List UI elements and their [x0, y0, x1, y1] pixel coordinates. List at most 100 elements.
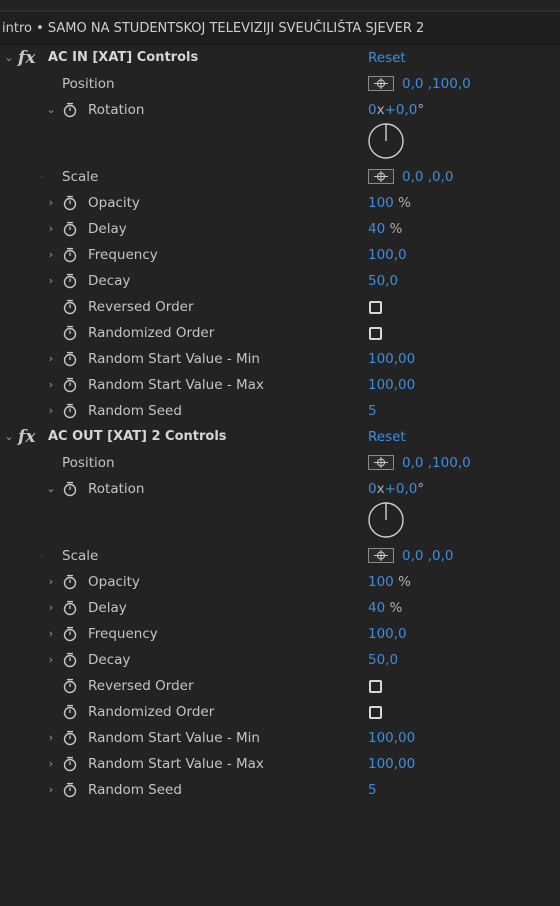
- param-row-random-min: › Random Start Value - Min 100,00: [0, 725, 560, 751]
- stopwatch-icon[interactable]: [62, 782, 78, 798]
- chevron-right-icon[interactable]: ›: [44, 569, 58, 595]
- frequency-value[interactable]: 100,0: [368, 242, 407, 268]
- reversed-order-checkbox[interactable]: [369, 301, 382, 314]
- rotation-value[interactable]: 0x+0,0°: [368, 476, 424, 502]
- stopwatch-icon[interactable]: [62, 247, 78, 263]
- stopwatch-icon[interactable]: [62, 678, 78, 694]
- scale-value[interactable]: 0,0 ,0,0: [402, 164, 454, 190]
- chevron-right-icon[interactable]: ›: [44, 346, 58, 372]
- fx-icon[interactable]: fx: [18, 45, 35, 71]
- chevron-right-icon[interactable]: ›: [44, 268, 58, 294]
- stopwatch-icon[interactable]: [62, 325, 78, 341]
- stopwatch-icon[interactable]: [62, 574, 78, 590]
- opacity-value[interactable]: 100 %: [368, 190, 411, 216]
- chevron-down-icon[interactable]: ⌄: [44, 476, 58, 502]
- scale-value[interactable]: 0,0 ,0,0: [402, 543, 454, 569]
- position-value[interactable]: 0,0 ,100,0: [402, 450, 471, 476]
- chevron-right-icon[interactable]: ›: [44, 372, 58, 398]
- chevron-right-icon[interactable]: ›: [44, 216, 58, 242]
- chevron-right-icon[interactable]: ›: [44, 398, 58, 424]
- stopwatch-icon[interactable]: [62, 195, 78, 211]
- fx-icon[interactable]: fx: [18, 424, 35, 450]
- param-label: Random Seed: [88, 782, 182, 798]
- chevron-down-icon[interactable]: ⌄: [2, 45, 16, 71]
- decay-value[interactable]: 50,0: [368, 647, 398, 673]
- rotation-value[interactable]: 0x+0,0°: [368, 97, 424, 123]
- random-max-value[interactable]: 100,00: [368, 751, 415, 777]
- delay-value[interactable]: 40 %: [368, 595, 402, 621]
- stopwatch-icon[interactable]: [62, 756, 78, 772]
- chevron-right-icon[interactable]: ›: [44, 647, 58, 673]
- chevron-down-icon[interactable]: ⌄: [44, 97, 58, 123]
- opacity-number[interactable]: 100: [368, 195, 394, 211]
- random-min-value[interactable]: 100,00: [368, 725, 415, 751]
- crosshair-icon[interactable]: [368, 169, 394, 184]
- degree-unit: °: [417, 102, 425, 118]
- stopwatch-icon[interactable]: [62, 600, 78, 616]
- stopwatch-icon[interactable]: [62, 704, 78, 720]
- param-row-scale: · Scale 0,0 ,0,0: [0, 164, 560, 190]
- decay-value[interactable]: 50,0: [368, 268, 398, 294]
- delay-value[interactable]: 40 %: [368, 216, 402, 242]
- param-label: Frequency: [88, 626, 158, 642]
- reset-link[interactable]: Reset: [368, 45, 406, 71]
- frequency-value[interactable]: 100,0: [368, 621, 407, 647]
- stopwatch-icon[interactable]: [62, 299, 78, 315]
- random-max-value[interactable]: 100,00: [368, 372, 415, 398]
- stopwatch-icon[interactable]: [62, 626, 78, 642]
- param-label: Reversed Order: [88, 299, 194, 315]
- random-seed-value[interactable]: 5: [368, 398, 377, 424]
- chevron-right-icon[interactable]: ›: [44, 621, 58, 647]
- reset-link[interactable]: Reset: [368, 424, 406, 450]
- crosshair-icon[interactable]: [368, 548, 394, 563]
- param-row-position: Position 0,0 ,100,0: [0, 71, 560, 97]
- effect-header-row[interactable]: ⌄ fx AC IN [XAT] Controls Reset: [0, 45, 560, 71]
- param-label: Opacity: [88, 195, 140, 211]
- divider-dot: ·: [40, 170, 44, 184]
- param-label: Random Start Value - Min: [88, 730, 260, 746]
- chevron-right-icon[interactable]: ›: [44, 242, 58, 268]
- random-min-value[interactable]: 100,00: [368, 346, 415, 372]
- randomized-order-checkbox[interactable]: [369, 327, 382, 340]
- param-label: Randomized Order: [88, 704, 215, 720]
- stopwatch-icon[interactable]: [62, 377, 78, 393]
- position-value[interactable]: 0,0 ,100,0: [402, 71, 471, 97]
- chevron-right-icon[interactable]: ›: [44, 777, 58, 803]
- rotation-revs[interactable]: 0: [368, 481, 377, 497]
- chevron-down-icon[interactable]: ⌄: [2, 424, 16, 450]
- randomized-order-checkbox[interactable]: [369, 706, 382, 719]
- param-row-random-min: › Random Start Value - Min 100,00: [0, 346, 560, 372]
- chevron-right-icon[interactable]: ›: [44, 190, 58, 216]
- stopwatch-icon[interactable]: [62, 351, 78, 367]
- stopwatch-icon[interactable]: [62, 481, 78, 497]
- delay-number[interactable]: 40: [368, 600, 385, 616]
- top-strip: [0, 0, 560, 10]
- crosshair-icon[interactable]: [368, 76, 394, 91]
- stopwatch-icon[interactable]: [62, 273, 78, 289]
- param-row-opacity: › Opacity 100 %: [0, 569, 560, 595]
- param-row-decay: › Decay 50,0: [0, 647, 560, 673]
- crosshair-icon[interactable]: [368, 455, 394, 470]
- reversed-order-checkbox[interactable]: [369, 680, 382, 693]
- delay-number[interactable]: 40: [368, 221, 385, 237]
- rotation-dial[interactable]: [366, 500, 406, 540]
- chevron-right-icon[interactable]: ›: [44, 595, 58, 621]
- stopwatch-icon[interactable]: [62, 102, 78, 118]
- param-row-scale: · Scale 0,0 ,0,0: [0, 543, 560, 569]
- chevron-right-icon[interactable]: ›: [44, 725, 58, 751]
- stopwatch-icon[interactable]: [62, 221, 78, 237]
- effect-controls-list: ⌄ fx AC IN [XAT] Controls Reset Position…: [0, 45, 560, 803]
- random-seed-value[interactable]: 5: [368, 777, 377, 803]
- opacity-value[interactable]: 100 %: [368, 569, 411, 595]
- stopwatch-icon[interactable]: [62, 730, 78, 746]
- chevron-right-icon[interactable]: ›: [44, 751, 58, 777]
- rotation-degrees[interactable]: +0,0: [385, 102, 418, 118]
- rotation-degrees[interactable]: +0,0: [385, 481, 418, 497]
- stopwatch-icon[interactable]: [62, 652, 78, 668]
- effect-header-row[interactable]: ⌄ fx AC OUT [XAT] 2 Controls Reset: [0, 424, 560, 450]
- effect-name: AC IN [XAT] Controls: [48, 50, 199, 65]
- rotation-revs[interactable]: 0: [368, 102, 377, 118]
- rotation-dial[interactable]: [366, 121, 406, 161]
- opacity-number[interactable]: 100: [368, 574, 394, 590]
- stopwatch-icon[interactable]: [62, 403, 78, 419]
